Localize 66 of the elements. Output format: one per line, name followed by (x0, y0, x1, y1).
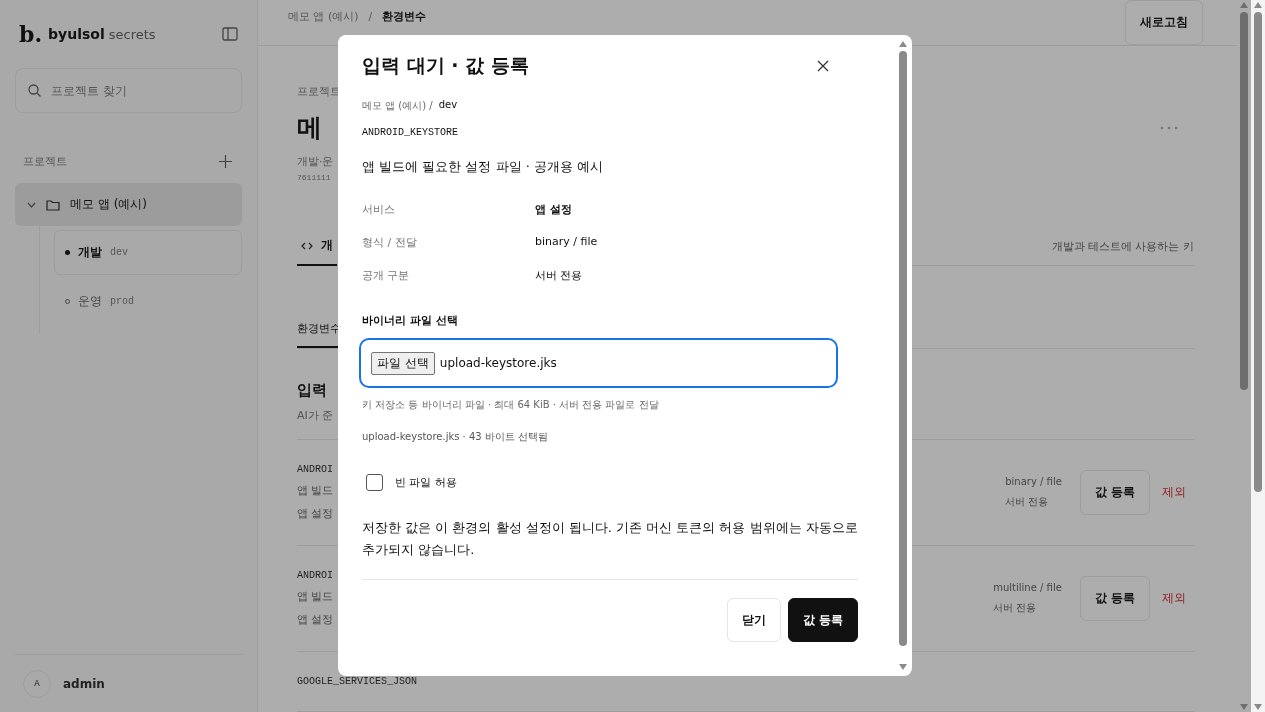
remove-link[interactable]: 제외 (1162, 484, 1186, 501)
key-name: ANDROI (297, 464, 334, 475)
folder-icon (46, 198, 60, 211)
logo-mark: b. (19, 21, 43, 47)
close-button[interactable]: 닫기 (726, 598, 781, 642)
search-field[interactable]: 프로젝트 찾기 (15, 68, 242, 113)
detail-value: 앱 설정 (535, 202, 573, 217)
selected-file-info: upload-keystore.jks · 43 바이트 선택됨 (362, 430, 550, 444)
add-project-button[interactable] (216, 152, 234, 170)
dialog-breadcrumb: 메모 앱 (예시) / (362, 99, 433, 113)
register-button[interactable]: 값 등록 (1079, 470, 1150, 515)
dialog-scrollbar[interactable] (896, 39, 910, 672)
environment-code: dev (438, 99, 458, 112)
user-name: admin (63, 676, 105, 691)
scrollbar[interactable] (1237, 0, 1251, 712)
format-label: binary / file (1005, 476, 1062, 487)
checkbox-label: 빈 파일 허용 (395, 475, 457, 490)
key-description: 앱 빌드 (297, 589, 334, 604)
more-icon[interactable] (1160, 125, 1178, 130)
section-description: AI가 준 (297, 408, 334, 423)
project-item[interactable]: 메모 앱 (예시) (15, 183, 242, 226)
code-icon (301, 241, 313, 250)
dialog-title: 입력 대기 · 값 등록 (362, 53, 529, 78)
sidebar-toggle-icon[interactable] (222, 27, 238, 41)
checkbox[interactable] (366, 474, 383, 491)
breadcrumb-item[interactable]: 메모 앱 (예시) (288, 9, 359, 24)
chevron-icon (27, 201, 36, 208)
search-icon (28, 84, 41, 97)
submit-button[interactable]: 값 등록 (787, 598, 858, 642)
key-name: ANDROID_KEYSTORE (362, 127, 459, 138)
page-title: 메 (297, 112, 322, 144)
project-id: 7611111 (297, 173, 331, 182)
notice-text: 저장한 값은 이 환경의 활성 설정이 됩니다. 기존 머신 토큰의 허용 범위에는 자동으로 추가되지 않습니다. (362, 519, 859, 559)
logo-name: byulsol (48, 26, 105, 42)
detail-label: 서비스 (362, 202, 396, 217)
field-label: 바이너리 파일 선택 (362, 313, 459, 328)
eyebrow-label: 프로젝트 (297, 84, 341, 99)
detail-value: binary / file (535, 235, 599, 250)
key-name: ANDROI (297, 570, 334, 581)
environment-item[interactable]: 개발 dev (54, 230, 242, 275)
page-scrollbar[interactable] (1251, 0, 1265, 712)
detail-label: 형식 / 전달 (362, 235, 418, 250)
key-description: 앱 빌드 (297, 483, 334, 498)
tab-caption: 개발과 테스트에 사용하는 키 (1051, 239, 1194, 254)
service-name: 앱 설정 (297, 612, 334, 627)
logo-subtitle: secrets (108, 26, 156, 42)
section-label: 프로젝트 (23, 153, 67, 169)
visibility-label: 서버 전용 (1005, 495, 1050, 509)
remove-link[interactable]: 제외 (1162, 590, 1186, 607)
field-hint: 키 저장소 등 바이너리 파일 · 최대 64 KiB · 서버 전용 파일로 전달 (362, 398, 660, 412)
breadcrumb-separator: / (368, 10, 373, 23)
detail-value: 서버 전용 (535, 268, 584, 283)
register-button[interactable]: 값 등록 (1079, 576, 1150, 621)
detail-label: 공개 구분 (362, 268, 411, 283)
search-input[interactable]: 프로젝트 찾기 (51, 69, 229, 112)
breadcrumb-item: 환경변수 (382, 9, 427, 24)
format-label: multiline / file (993, 582, 1062, 593)
environment-item[interactable]: 운영 prod (54, 279, 242, 324)
visibility-label: 서버 전용 (993, 601, 1038, 615)
service-name: 앱 설정 (297, 506, 334, 521)
file-input[interactable]: 파일 선택 upload-keystore.jks (359, 338, 838, 388)
section-title: 입력 (297, 381, 327, 400)
refresh-button[interactable]: 새로고침 (1125, 0, 1203, 45)
key-description: 앱 빌드에 필요한 설정 파일 · 공개용 예시 (362, 158, 605, 176)
page-subtitle: 개발·운 (297, 154, 334, 169)
key-name: GOOGLE_SERVICES_JSON (297, 676, 418, 687)
